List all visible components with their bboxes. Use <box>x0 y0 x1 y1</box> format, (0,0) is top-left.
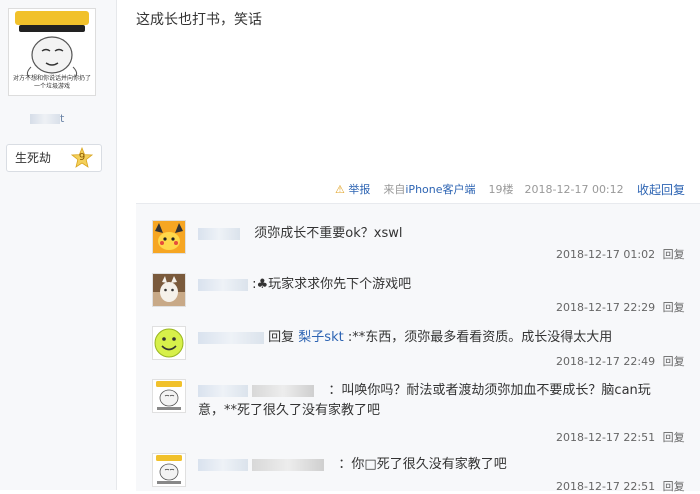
reply-meta: 2018-12-17 01:02 回复 <box>556 246 685 262</box>
author-sidebar: 对方不想和你说话并向你扔了一个垃圾游戏 t 生死劫 9 <box>0 0 117 490</box>
post-tail-bar: ⚠ 举报 来自iPhone客户端 19楼 2018-12-17 00:12 <box>335 181 624 199</box>
redacted-text <box>252 384 315 397</box>
reply-time: 2018-12-17 22:29 <box>556 301 656 314</box>
commenter-name-redacted[interactable] <box>198 278 248 291</box>
report-link[interactable]: 举报 <box>348 183 370 196</box>
pikachu-avatar[interactable] <box>152 220 186 254</box>
reply-meta: 2018-12-17 22:29 回复 <box>556 299 685 315</box>
reply-time: 2018-12-17 22:49 <box>556 355 656 368</box>
reply-button[interactable]: 回复 <box>663 248 685 261</box>
floor-number: 19楼 <box>488 183 514 196</box>
username-suffix: t <box>60 112 65 125</box>
reply-text: ：你□死了很久没有家教了吧 <box>338 457 507 472</box>
reply-meta: 2018-12-17 22:51 回复 <box>556 429 685 445</box>
reply-text: :♣玩家求求你先下个游戏吧 <box>252 277 412 292</box>
username-redaction <box>30 114 60 124</box>
level-badge[interactable]: 生死劫 9 <box>6 144 102 172</box>
commenter-name-redacted[interactable] <box>198 458 248 471</box>
reply-text: ：叫唤你吗？耐法或者渡劫须弥加血不要成长？脑can玩 <box>328 383 651 398</box>
reply-text: 须弥成长不重要ok？xswl <box>254 226 403 241</box>
reply-button[interactable]: 回复 <box>663 301 685 314</box>
reply-button[interactable]: 回复 <box>663 480 685 493</box>
reply-time: 2018-12-17 22:51 <box>556 431 656 444</box>
reply-button[interactable]: 回复 <box>663 355 685 368</box>
client-link[interactable]: iPhone客户端 <box>405 183 475 196</box>
meme-avatar[interactable] <box>152 379 186 413</box>
warning-icon[interactable]: ⚠ <box>335 183 345 196</box>
reply-list: 须弥成长不重要ok？xswl 2018-12-17 01:02 回复 :♣玩家求… <box>136 203 700 494</box>
cat-avatar[interactable] <box>152 273 186 307</box>
author-username[interactable]: t <box>30 112 74 126</box>
collapse-replies-button[interactable]: 收起回复 <box>637 181 685 199</box>
post-content: 这成长也打书，笑话 <box>136 12 262 28</box>
smiley-avatar[interactable] <box>152 326 186 360</box>
reply-prefix: 回复 <box>268 330 295 345</box>
meme-avatar[interactable] <box>152 453 186 487</box>
client-source: 来自iPhone客户端 <box>383 183 476 196</box>
author-avatar[interactable]: 对方不想和你说话并向你扔了一个垃圾游戏 <box>8 8 96 96</box>
commenter-name-redacted[interactable] <box>198 384 248 397</box>
reply-button[interactable]: 回复 <box>663 431 685 444</box>
post-time: 2018-12-17 00:12 <box>524 183 624 196</box>
avatar-caption: 对方不想和你说话并向你扔了一个垃圾游戏 <box>12 75 91 90</box>
reply-time: 2018-12-17 22:51 <box>556 480 656 493</box>
level-star-icon: 9 <box>71 147 93 169</box>
reply-time: 2018-12-17 01:02 <box>556 248 656 261</box>
reply-meta: 2018-12-17 22:51 回复 <box>556 478 685 494</box>
reply-meta: 2018-12-17 22:49 回复 <box>556 353 685 369</box>
reply-text-line-2: 意，**死了很久了没有家教了吧 <box>198 403 381 418</box>
reply-to-user-link[interactable]: 梨子skt <box>298 330 343 345</box>
commenter-name-redacted[interactable] <box>198 227 240 240</box>
level-number: 9 <box>78 152 86 163</box>
redacted-text <box>252 458 325 471</box>
reply-text: :**东西，须弥最多看看资质。成长没得太大用 <box>347 330 613 345</box>
commenter-name-redacted[interactable] <box>198 331 264 344</box>
level-name: 生死劫 <box>15 151 52 165</box>
